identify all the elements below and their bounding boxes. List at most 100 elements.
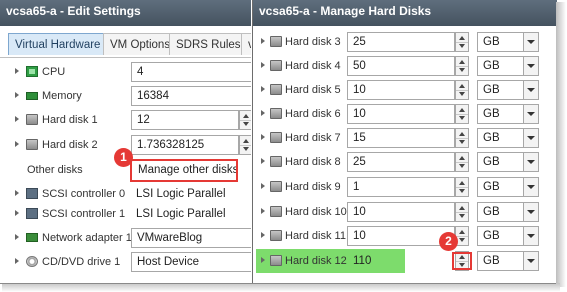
- hard-disk-size-input[interactable]: 1: [347, 177, 455, 197]
- spin-down-icon[interactable]: [459, 44, 465, 48]
- expand-arrow-icon[interactable]: [261, 134, 265, 140]
- expand-arrow-icon[interactable]: [15, 234, 19, 240]
- chevron-down-icon[interactable]: [523, 81, 538, 99]
- hard-disk-unit-select[interactable]: GB: [477, 226, 539, 246]
- memory-select[interactable]: 16384: [131, 86, 251, 106]
- spin-up-icon[interactable]: [459, 230, 465, 234]
- spin-down-icon[interactable]: [459, 238, 465, 242]
- hard-disk-1-spinner[interactable]: [239, 110, 251, 130]
- spin-up-icon[interactable]: [459, 108, 465, 112]
- hard-disk-unit-select[interactable]: GB: [477, 104, 539, 124]
- unit-label: GB: [483, 156, 500, 168]
- chevron-down-icon[interactable]: [523, 227, 538, 245]
- hard-disk-unit-select[interactable]: GB: [477, 177, 539, 197]
- expand-arrow-icon[interactable]: [15, 116, 19, 122]
- hard-disk-size-input[interactable]: 110: [347, 251, 455, 271]
- tab-vm-options[interactable]: VM Options: [103, 33, 178, 55]
- hard-disk-1-label: Hard disk 1: [42, 114, 98, 126]
- chevron-down-icon[interactable]: [523, 252, 538, 270]
- expand-arrow-icon[interactable]: [15, 92, 19, 98]
- expand-arrow-icon[interactable]: [261, 183, 265, 189]
- expand-arrow-icon[interactable]: [261, 257, 265, 263]
- hard-disk-size-input[interactable]: 25: [347, 152, 455, 172]
- hard-disk-row: Hard disk 3 25 GB: [253, 30, 557, 54]
- hard-disk-size-spinner[interactable]: [455, 177, 469, 197]
- expand-arrow-icon[interactable]: [15, 258, 19, 264]
- spin-up-icon[interactable]: [459, 156, 465, 160]
- hard-disk-unit-select[interactable]: GB: [477, 32, 539, 52]
- tab-virtual-hardware[interactable]: Virtual Hardware: [8, 33, 108, 55]
- chevron-down-icon[interactable]: [523, 33, 538, 51]
- expand-arrow-icon[interactable]: [261, 208, 265, 214]
- cpu-select[interactable]: 4: [131, 62, 251, 82]
- hard-disk-size-spinner[interactable]: [455, 152, 469, 172]
- chevron-down-icon[interactable]: [523, 57, 538, 75]
- spin-down-icon[interactable]: [243, 122, 249, 126]
- hard-disk-size-spinner[interactable]: [455, 32, 469, 52]
- spin-up-icon[interactable]: [459, 206, 465, 210]
- spin-down-icon[interactable]: [459, 68, 465, 72]
- hard-disk-size-spinner[interactable]: [455, 202, 469, 222]
- tab-more[interactable]: v: [241, 33, 251, 55]
- hard-disk-size-spinner[interactable]: [455, 104, 469, 124]
- hard-disk-row: Hard disk 10 10 GB: [253, 200, 557, 224]
- hard-disk-icon: [270, 255, 282, 266]
- hard-disk-size-spinner[interactable]: [455, 128, 469, 148]
- expand-arrow-icon[interactable]: [261, 110, 265, 116]
- expand-arrow-icon[interactable]: [261, 38, 265, 44]
- hard-disk-size-input[interactable]: 10: [347, 80, 455, 100]
- spin-down-icon[interactable]: [459, 116, 465, 120]
- expand-arrow-icon[interactable]: [15, 141, 19, 147]
- hard-disk-unit-select[interactable]: GB: [477, 251, 539, 271]
- expand-arrow-icon[interactable]: [15, 190, 19, 196]
- spin-down-icon[interactable]: [459, 92, 465, 96]
- hard-disk-size-input[interactable]: 10: [347, 202, 455, 222]
- unit-label: GB: [483, 84, 500, 96]
- spin-up-icon[interactable]: [459, 36, 465, 40]
- network-adapter-1-select[interactable]: VMwareBlog: [131, 228, 251, 248]
- hard-disk-size-spinner[interactable]: [455, 80, 469, 100]
- spin-down-icon[interactable]: [459, 214, 465, 218]
- hard-disk-unit-select[interactable]: GB: [477, 128, 539, 148]
- hard-disk-icon: [270, 84, 282, 95]
- expand-arrow-icon[interactable]: [261, 158, 265, 164]
- chevron-down-icon[interactable]: [523, 178, 538, 196]
- spin-down-icon[interactable]: [243, 147, 249, 151]
- spin-up-icon[interactable]: [459, 84, 465, 88]
- hard-disk-unit-select[interactable]: GB: [477, 152, 539, 172]
- spin-down-icon[interactable]: [459, 140, 465, 144]
- spin-up-icon[interactable]: [459, 132, 465, 136]
- hard-disk-1-size-input[interactable]: 12: [131, 110, 239, 130]
- cd-dvd-drive-1-select[interactable]: Host Device: [131, 252, 251, 272]
- expand-arrow-icon[interactable]: [261, 232, 265, 238]
- hard-disk-size-input[interactable]: 50: [347, 56, 455, 76]
- spin-up-icon[interactable]: [243, 139, 249, 143]
- expand-arrow-icon[interactable]: [261, 62, 265, 68]
- spin-up-icon[interactable]: [243, 114, 249, 118]
- hard-disk-unit-select[interactable]: GB: [477, 202, 539, 222]
- hard-disk-icon: [270, 36, 282, 47]
- hard-disk-2-size-input[interactable]: 1.736328125: [131, 135, 239, 155]
- chevron-down-icon[interactable]: [523, 129, 538, 147]
- hard-disk-icon: [270, 230, 282, 241]
- spin-up-icon[interactable]: [459, 60, 465, 64]
- expand-arrow-icon[interactable]: [15, 210, 19, 216]
- chevron-down-icon[interactable]: [523, 105, 538, 123]
- chevron-down-icon[interactable]: [523, 153, 538, 171]
- spin-down-icon[interactable]: [459, 189, 465, 193]
- spin-down-icon[interactable]: [459, 164, 465, 168]
- hard-disk-unit-select[interactable]: GB: [477, 80, 539, 100]
- hard-disk-size-spinner[interactable]: [455, 56, 469, 76]
- chevron-down-icon[interactable]: [523, 203, 538, 221]
- network-adapter-icon: [26, 233, 38, 242]
- hard-disk-2-spinner[interactable]: [239, 135, 251, 155]
- hard-disk-size-input[interactable]: 15: [347, 128, 455, 148]
- expand-arrow-icon[interactable]: [15, 68, 19, 74]
- hard-disk-size-input[interactable]: 25: [347, 32, 455, 52]
- hard-disk-label: Hard disk 11: [285, 230, 346, 242]
- hard-disk-unit-select[interactable]: GB: [477, 56, 539, 76]
- tab-sdrs-rules[interactable]: SDRS Rules: [169, 33, 248, 55]
- expand-arrow-icon[interactable]: [261, 86, 265, 92]
- hard-disk-size-input[interactable]: 10: [347, 104, 455, 124]
- spin-up-icon[interactable]: [459, 181, 465, 185]
